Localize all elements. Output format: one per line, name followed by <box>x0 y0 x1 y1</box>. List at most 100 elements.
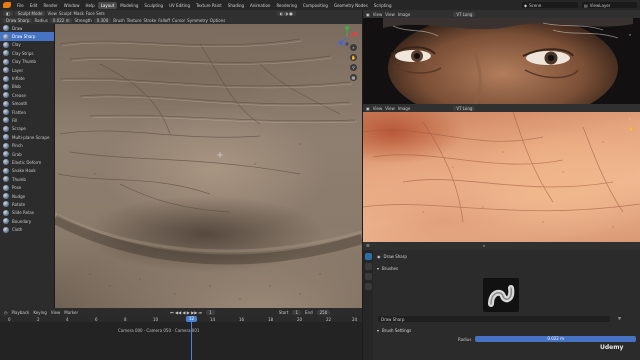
end-frame-field[interactable]: 250 <box>316 309 331 315</box>
brush-item[interactable]: Thumb <box>0 175 54 183</box>
brush-item[interactable]: Pose <box>0 183 54 191</box>
scene-selector[interactable]: ◆ Scene <box>522 2 578 8</box>
workspace-tab-geometry-nodes[interactable]: Geometry Nodes <box>331 2 371 9</box>
brush-item[interactable]: Inflate <box>0 74 54 82</box>
radius-slider[interactable]: 0.022 m <box>475 336 636 342</box>
start-frame-field[interactable]: 1 <box>292 309 302 315</box>
workspace-tab-texture-paint[interactable]: Texture Paint <box>193 2 225 9</box>
brush-item[interactable]: Blob <box>0 83 54 91</box>
brush-item[interactable]: Slide Relax <box>0 209 54 217</box>
menu-view[interactable]: View <box>373 106 383 111</box>
brushes-section[interactable]: ▾ Brushes <box>377 266 398 271</box>
workspace-tab-scripting[interactable]: Scripting <box>371 2 395 9</box>
options-menu[interactable]: Options <box>210 18 225 23</box>
image-editor-icon[interactable]: ▣ <box>366 106 370 111</box>
brush-item[interactable]: Multi-plane Scrape <box>0 133 54 141</box>
menu-view[interactable]: View <box>51 310 61 315</box>
active-brush-field[interactable]: ◉ Draw Sharp <box>377 254 407 259</box>
brush-item[interactable]: Draw <box>0 24 54 32</box>
workspace-tab-compositing[interactable]: Compositing <box>300 2 331 9</box>
image-name-field[interactable]: VT Long <box>453 105 476 111</box>
menu-playback[interactable]: Playback <box>12 310 30 315</box>
radius-field[interactable]: 0.022 m <box>49 18 73 23</box>
current-frame-badge[interactable]: 12 <box>186 316 197 322</box>
viewport-shading-buttons[interactable]: ◐ ◑ ● <box>276 11 296 16</box>
menu-file[interactable]: File <box>14 3 27 8</box>
reference-image-skin-closeup[interactable]: ⌕ ✋ <box>363 112 640 242</box>
header-brush-menu[interactable]: Brush <box>113 18 125 23</box>
image-editor-icon[interactable]: ▣ <box>366 12 370 17</box>
brush-selector[interactable]: Draw Sharp <box>3 18 33 23</box>
timeline-editor-icon[interactable]: ◷ <box>4 310 8 315</box>
menu-image[interactable]: Image <box>398 12 411 17</box>
brush-item[interactable]: Nudge <box>0 192 54 200</box>
menu-view-2[interactable]: View <box>385 106 395 111</box>
menu-render[interactable]: Render <box>40 3 60 8</box>
header-texture-menu[interactable]: Texture <box>127 18 142 23</box>
brush-settings-section[interactable]: ▾ Brush Settings <box>377 328 411 333</box>
workspace-tab-animation[interactable]: Animation <box>247 2 273 9</box>
output-tab-icon[interactable] <box>364 273 372 280</box>
pan-hand-icon[interactable]: ✋ <box>350 54 357 61</box>
menu-keying[interactable]: Keying <box>33 310 46 315</box>
render-tab-icon[interactable] <box>364 263 372 270</box>
menu-marker[interactable]: Marker <box>64 310 78 315</box>
brush-item[interactable]: Scrape <box>0 125 54 133</box>
image-zoom-icon[interactable]: ⌕ <box>629 116 631 121</box>
view-layer-selector[interactable]: ▤ ViewLayer <box>582 2 637 8</box>
properties-search-icon[interactable]: ⌕ <box>483 243 485 248</box>
header-stroke-menu[interactable]: Stroke <box>143 18 156 23</box>
menu-sculpt[interactable]: Sculpt <box>59 11 72 16</box>
image-name-field[interactable]: VT Long <box>453 11 476 17</box>
brush-item[interactable]: Smooth <box>0 100 54 108</box>
scene-tab-icon[interactable] <box>364 283 372 290</box>
menu-image[interactable]: Image <box>398 106 411 111</box>
menu-window[interactable]: Window <box>61 3 83 8</box>
brush-item[interactable]: Grab <box>0 150 54 158</box>
brush-item[interactable]: Pinch <box>0 141 54 149</box>
zoom-icon[interactable]: ⌕ <box>350 44 357 51</box>
brush-item[interactable]: Rotate <box>0 200 54 208</box>
brush-item[interactable]: Draw Sharp <box>0 32 54 41</box>
strength-field[interactable]: 0.300 <box>93 18 112 23</box>
menu-face-sets[interactable]: Face Sets <box>86 11 105 16</box>
workspace-tab-rendering[interactable]: Rendering <box>273 2 299 9</box>
header-falloff-menu[interactable]: Falloff <box>158 18 170 23</box>
menu-edit[interactable]: Edit <box>27 3 41 8</box>
brush-item[interactable]: Crease <box>0 91 54 99</box>
reference-image-eyes[interactable]: ⌕ <box>363 18 640 104</box>
frame-ruler[interactable]: 0 2 4 6 8 10 14 16 18 20 22 24 <box>0 316 362 322</box>
editor-type-icon[interactable]: ◧ <box>3 11 13 16</box>
brush-item[interactable]: Cloth <box>0 225 54 233</box>
tool-tab-icon[interactable] <box>364 253 372 260</box>
image-pan-icon[interactable]: ✋ <box>629 126 634 131</box>
blender-logo-icon[interactable] <box>3 2 11 8</box>
workspace-tab-uv-editing[interactable]: UV Editing <box>166 2 193 9</box>
menu-view[interactable]: View <box>47 11 57 16</box>
timeline-markers[interactable]: Camera 000 · Camera 050 · Camera 001 <box>118 328 199 333</box>
playback-controls[interactable]: ⏮ ◀◀ ◀ ▶ ▶▶ ⏭ <box>170 310 202 315</box>
brush-item[interactable]: Clay <box>0 41 54 49</box>
brush-item[interactable]: Clay Thumb <box>0 58 54 66</box>
menu-help[interactable]: Help <box>82 3 97 8</box>
mode-selector[interactable]: Sculpt Mode <box>14 11 46 16</box>
properties-editor-icon[interactable]: ☰ <box>366 243 370 248</box>
workspace-tab-modeling[interactable]: Modeling <box>117 2 141 9</box>
current-frame-field[interactable]: 1 <box>206 309 215 315</box>
timeline-area[interactable] <box>0 316 362 360</box>
playhead[interactable] <box>191 316 192 360</box>
header-cursor-menu[interactable]: Cursor <box>172 18 185 23</box>
brush-item[interactable]: Clay Strips <box>0 49 54 57</box>
brush-thumbnail[interactable] <box>483 278 519 312</box>
brush-item[interactable]: Fill <box>0 116 54 124</box>
symmetry-menu[interactable]: Symmetry <box>187 18 208 23</box>
menu-view-2[interactable]: View <box>385 12 395 17</box>
workspace-tab-sculpting[interactable]: Sculpting <box>141 2 166 9</box>
perspective-toggle-icon[interactable]: ▦ <box>350 74 357 81</box>
menu-view[interactable]: View <box>373 12 383 17</box>
workspace-tab-shading[interactable]: Shading <box>225 2 247 9</box>
brush-item[interactable]: Flatten <box>0 108 54 116</box>
brush-item[interactable]: Layer <box>0 66 54 74</box>
workspace-tab-layout[interactable]: Layout <box>97 1 118 9</box>
fake-user-shield-icon[interactable]: ⛨ <box>618 316 621 321</box>
